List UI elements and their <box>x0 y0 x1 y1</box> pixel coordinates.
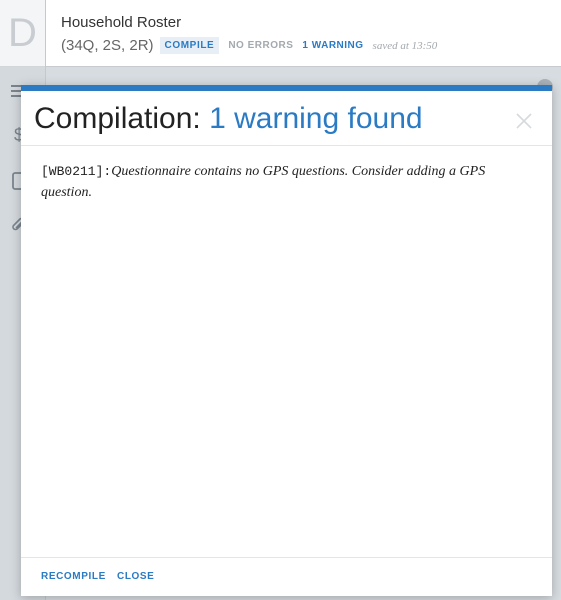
dialog-title-warning-count: 1 warning found <box>209 102 423 135</box>
saved-timestamp: saved at 13:50 <box>372 39 438 52</box>
dialog-title: Compilation: 1 warning found <box>34 102 423 136</box>
warning-code[interactable]: [WB0211] <box>41 164 103 179</box>
dialog-title-prefix: Compilation: <box>34 102 201 135</box>
compile-status-row: (34Q, 2S, 2R) COMPILE NO ERRORS 1 WARNIN… <box>61 37 437 54</box>
doc-letter-badge: D <box>0 0 45 67</box>
dialog-footer: RECOMPILE CLOSE <box>21 557 552 596</box>
questionnaire-header: Household Roster (34Q, 2S, 2R) COMPILE N… <box>46 0 561 67</box>
compilation-dialog: Compilation: 1 warning found [WB0211]:Qu… <box>21 85 552 596</box>
recompile-button[interactable]: RECOMPILE <box>41 571 106 582</box>
warning-message: [WB0211]:Questionnaire contains no GPS q… <box>41 161 536 203</box>
close-icon[interactable] <box>514 111 534 131</box>
dialog-header: Compilation: 1 warning found <box>21 91 552 146</box>
errors-status: NO ERRORS <box>228 40 294 51</box>
questionnaire-counts: (34Q, 2S, 2R) <box>61 37 154 54</box>
compile-button[interactable]: COMPILE <box>159 37 220 54</box>
close-button[interactable]: CLOSE <box>117 571 154 582</box>
warnings-link[interactable]: 1 WARNING <box>302 40 363 51</box>
questionnaire-title: Household Roster <box>61 14 182 31</box>
